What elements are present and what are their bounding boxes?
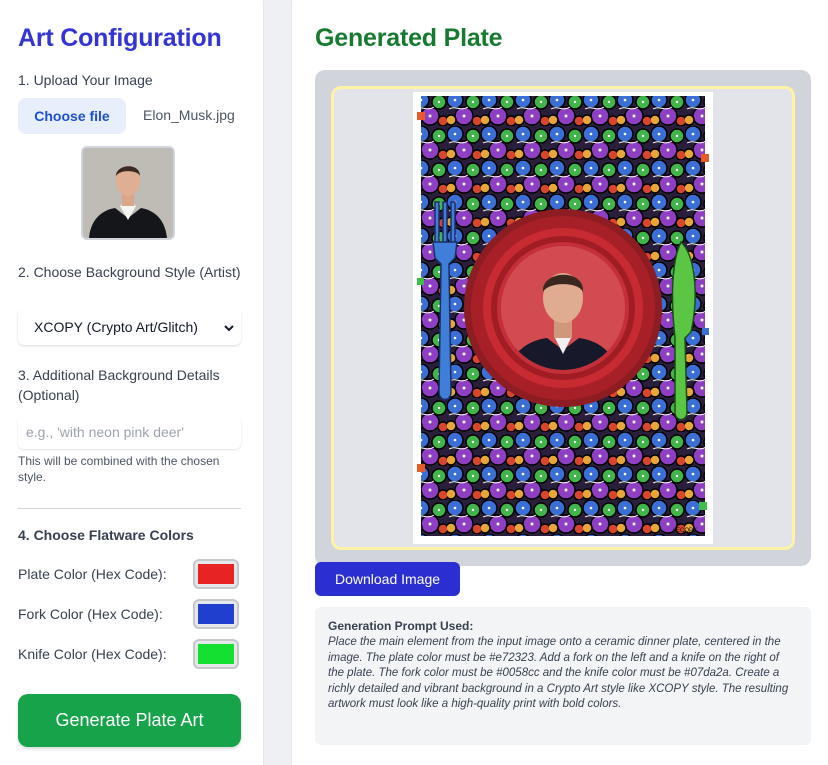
knife-color-swatch — [198, 644, 234, 664]
fork-color-picker[interactable] — [193, 599, 239, 629]
flatware-colors-heading: 4. Choose Flatware Colors — [18, 527, 194, 543]
artwork-signature: #ECOPY — [673, 528, 697, 534]
config-title: Art Configuration — [18, 24, 222, 52]
upload-label: 1. Upload Your Image — [18, 72, 153, 88]
choose-file-button[interactable]: Choose file — [18, 98, 126, 134]
style-select-value: XCOPY (Crypto Art/Glitch) — [34, 319, 198, 335]
generate-plate-art-button[interactable]: Generate Plate Art — [18, 694, 241, 747]
portrait-thumbnail-image — [83, 148, 173, 238]
knife-color-picker[interactable] — [193, 639, 239, 669]
style-label: 2. Choose Background Style (Artist) — [18, 264, 241, 280]
uploaded-image-thumbnail — [81, 146, 175, 240]
chevron-down-icon — [223, 321, 235, 337]
style-select[interactable]: XCOPY (Crypto Art/Glitch) — [18, 309, 241, 345]
details-label: 3. Additional Background Details (Option… — [18, 367, 220, 403]
plate-color-picker[interactable] — [193, 559, 239, 589]
details-input[interactable] — [18, 415, 241, 449]
result-title: Generated Plate — [315, 24, 503, 52]
plate-color-label: Plate Color (Hex Code): — [18, 566, 167, 582]
prompt-box: Generation Prompt Used: Place the main e… — [315, 607, 811, 745]
generated-plate-artwork: #ECOPY — [413, 92, 713, 544]
generated-image-frame: #ECOPY — [331, 86, 795, 550]
knife-color-label: Knife Color (Hex Code): — [18, 646, 167, 662]
prompt-title: Generation Prompt Used: — [328, 619, 474, 633]
fork-color-swatch — [198, 604, 234, 624]
plate-color-swatch — [198, 564, 234, 584]
section-divider — [18, 508, 241, 509]
file-name: Elon_Musk.jpg — [143, 107, 235, 123]
fork-color-label: Fork Color (Hex Code): — [18, 606, 163, 622]
details-hint: This will be combined with the chosen st… — [18, 454, 220, 484]
prompt-text: Place the main element from the input im… — [328, 636, 789, 710]
download-image-button[interactable]: Download Image — [315, 562, 460, 596]
